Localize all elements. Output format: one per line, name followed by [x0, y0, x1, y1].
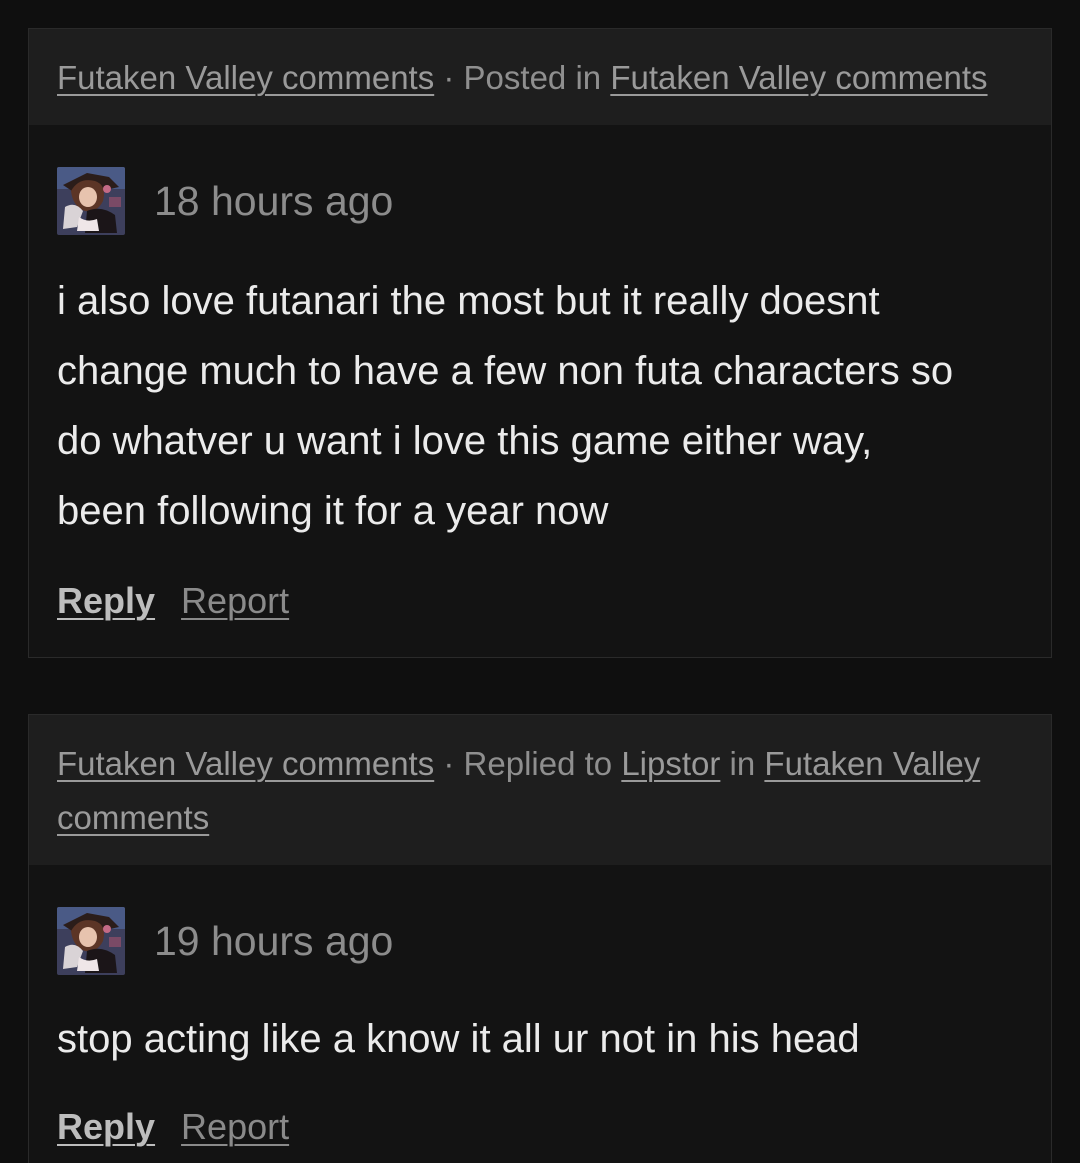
comment-line: stop acting like a know it all ur not in… [57, 1017, 860, 1061]
comment-card: Futaken Valley comments · Replied to Lip… [28, 714, 1052, 1163]
comment-line: i also love futanari the most but it rea… [57, 279, 880, 323]
comment-context-header: Futaken Valley comments · Replied to Lip… [29, 715, 1051, 865]
report-button[interactable]: Report [181, 580, 289, 621]
comment-actions: Reply Report [57, 574, 1023, 628]
source-page-link[interactable]: Futaken Valley comments [57, 59, 434, 96]
comment-body: 19 hours ago stop acting like a know it … [29, 907, 1051, 1154]
comment-text: stop acting like a know it all ur not in… [57, 1004, 1017, 1074]
comment-card: Futaken Valley comments · Posted in Futa… [28, 28, 1052, 658]
comment-context-header: Futaken Valley comments · Posted in Futa… [29, 29, 1051, 125]
comment-timestamp: 19 hours ago [154, 918, 394, 964]
comment-feed: Futaken Valley comments · Posted in Futa… [0, 0, 1080, 1163]
target-page-link[interactable]: Futaken Valley comments [610, 59, 987, 96]
comment-line: change much to have a few non futa chara… [57, 349, 954, 393]
comment-body: 18 hours ago i also love futanari the mo… [29, 167, 1051, 628]
header-in-text: in [720, 745, 765, 782]
comment-actions: Reply Report [57, 1100, 1023, 1154]
report-button[interactable]: Report [181, 1106, 289, 1147]
comment-meta: 19 hours ago [57, 907, 1023, 975]
source-page-link[interactable]: Futaken Valley comments [57, 745, 434, 782]
header-action-text: Posted in [463, 59, 611, 96]
comment-line: been following it for a year now [57, 489, 609, 533]
comment-text: i also love futanari the most but it rea… [57, 266, 1017, 546]
user-avatar-icon[interactable] [57, 167, 125, 235]
header-separator: · [434, 745, 464, 782]
user-avatar-icon[interactable] [57, 907, 125, 975]
comment-line: do whatver u want i love this game eithe… [57, 419, 873, 463]
reply-button[interactable]: Reply [57, 580, 155, 621]
header-separator: · [434, 59, 464, 96]
header-action-text: Replied to [463, 745, 622, 782]
comment-meta: 18 hours ago [57, 167, 1023, 235]
reply-button[interactable]: Reply [57, 1106, 155, 1147]
replied-user-link[interactable]: Lipstor [621, 745, 720, 782]
comment-timestamp: 18 hours ago [154, 178, 394, 224]
